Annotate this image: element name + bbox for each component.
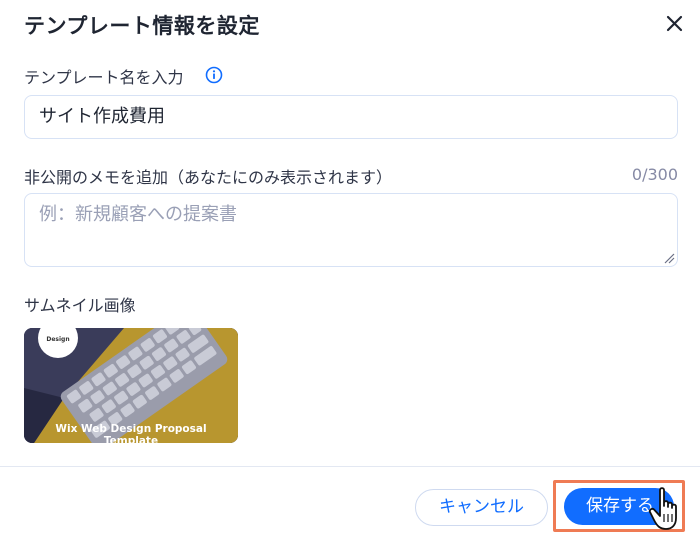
memo-char-counter: 0/300 [631, 165, 678, 184]
template-name-label: テンプレート名を入力 [24, 68, 184, 87]
memo-placeholder: 例：新規顧客への提案書 [39, 204, 237, 225]
dialog-title: テンプレート情報を設定 [24, 14, 260, 38]
thumbnail-caption-line1: Wix Web Design Proposal [55, 423, 207, 435]
thumbnail-caption: Wix Web Design Proposal Template [24, 423, 238, 443]
memo-textarea[interactable]: 例：新規顧客への提案書 [24, 193, 678, 267]
resize-handle-icon[interactable] [663, 252, 675, 264]
thumbnail-image[interactable]: Design Wix Web Design Proposal Template [24, 328, 238, 443]
cancel-button[interactable]: キャンセル [415, 489, 548, 526]
thumbnail-label: サムネイル画像 [24, 296, 136, 315]
thumbnail-logo-text: Design [46, 336, 69, 343]
thumbnail-caption-line2: Template [103, 435, 159, 443]
hand-pointer-icon [648, 487, 677, 530]
info-icon[interactable] [205, 66, 223, 84]
memo-label: 非公開のメモを追加（あなたにのみ表示されます） [24, 168, 393, 187]
close-icon [666, 15, 683, 32]
template-name-value: サイト作成費用 [39, 106, 165, 127]
template-name-input[interactable]: サイト作成費用 [24, 95, 678, 139]
footer-divider [0, 466, 700, 467]
close-button[interactable] [662, 11, 688, 37]
